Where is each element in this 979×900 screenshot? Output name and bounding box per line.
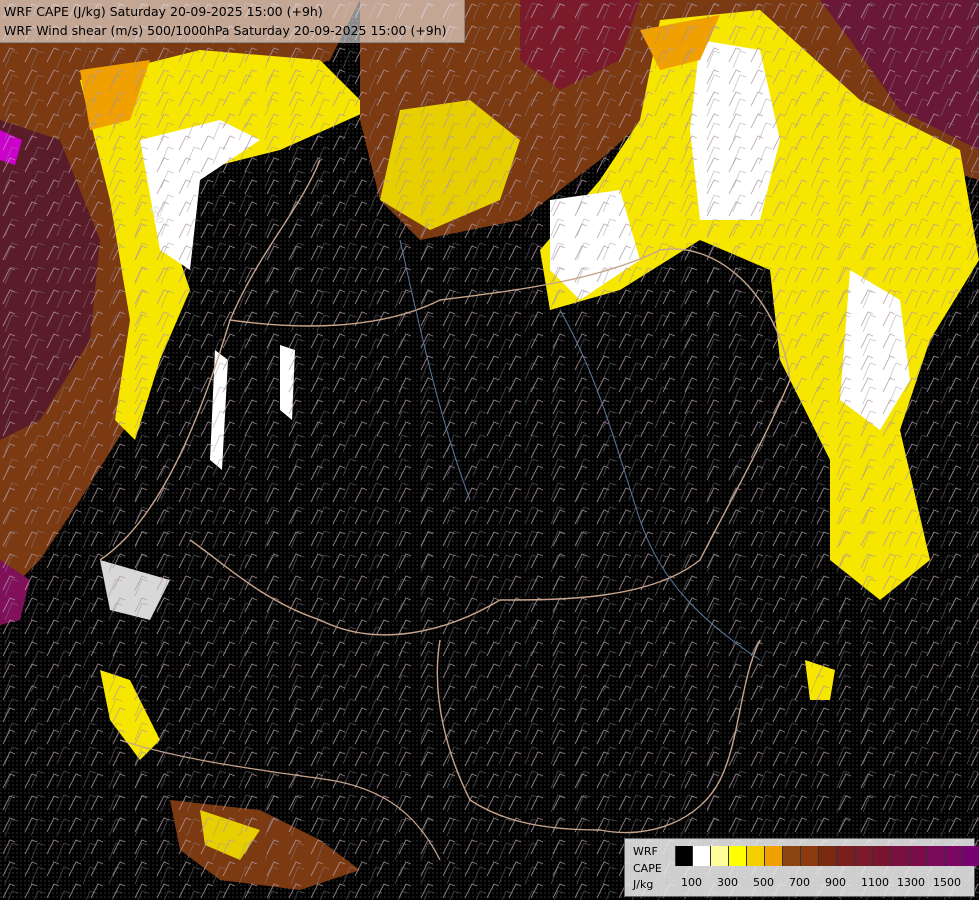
legend-tick-label: 1300 <box>897 876 925 889</box>
legend-swatch <box>837 846 855 866</box>
legend-swatch <box>945 846 963 866</box>
legend-swatch <box>819 846 837 866</box>
map-title-box: WRF CAPE (J/kg) Saturday 20-09-2025 15:0… <box>0 0 465 43</box>
legend-swatch <box>855 846 873 866</box>
cape-legend: WRF CAPE J/kg 100 300 500 700 900 1100 1300 150… <box>624 838 979 897</box>
legend-tick-label: 500 <box>753 876 774 889</box>
legend-swatch <box>909 846 927 866</box>
legend-swatch <box>729 846 747 866</box>
legend-swatch <box>891 846 909 866</box>
legend-swatch <box>873 846 891 866</box>
legend-swatch <box>765 846 783 866</box>
legend-field-label: CAPE <box>633 862 662 875</box>
wind-shear-barbs-secondary <box>0 0 979 900</box>
legend-swatch <box>963 846 979 866</box>
legend-tick-label: 100 <box>681 876 702 889</box>
legend-swatch <box>675 846 693 866</box>
legend-swatch <box>927 846 945 866</box>
cape-wind-shear-map: 500 <box>0 0 979 900</box>
legend-tick-label: 1500 <box>933 876 961 889</box>
legend-tick-label: 900 <box>825 876 846 889</box>
legend-swatch <box>693 846 711 866</box>
legend-color-bar <box>675 846 979 866</box>
legend-swatch <box>801 846 819 866</box>
legend-tick-label: 1100 <box>861 876 889 889</box>
legend-swatch <box>711 846 729 866</box>
legend-model-label: WRF <box>633 845 658 858</box>
legend-tick-label: 700 <box>789 876 810 889</box>
legend-swatch <box>747 846 765 866</box>
legend-tick-label: 300 <box>717 876 738 889</box>
title-cape: WRF CAPE (J/kg) Saturday 20-09-2025 15:0… <box>4 4 323 19</box>
title-wind-shear: WRF Wind shear (m/s) 500/1000hPa Saturda… <box>4 23 447 38</box>
legend-unit-label: J/kg <box>633 878 654 891</box>
legend-swatch <box>783 846 801 866</box>
